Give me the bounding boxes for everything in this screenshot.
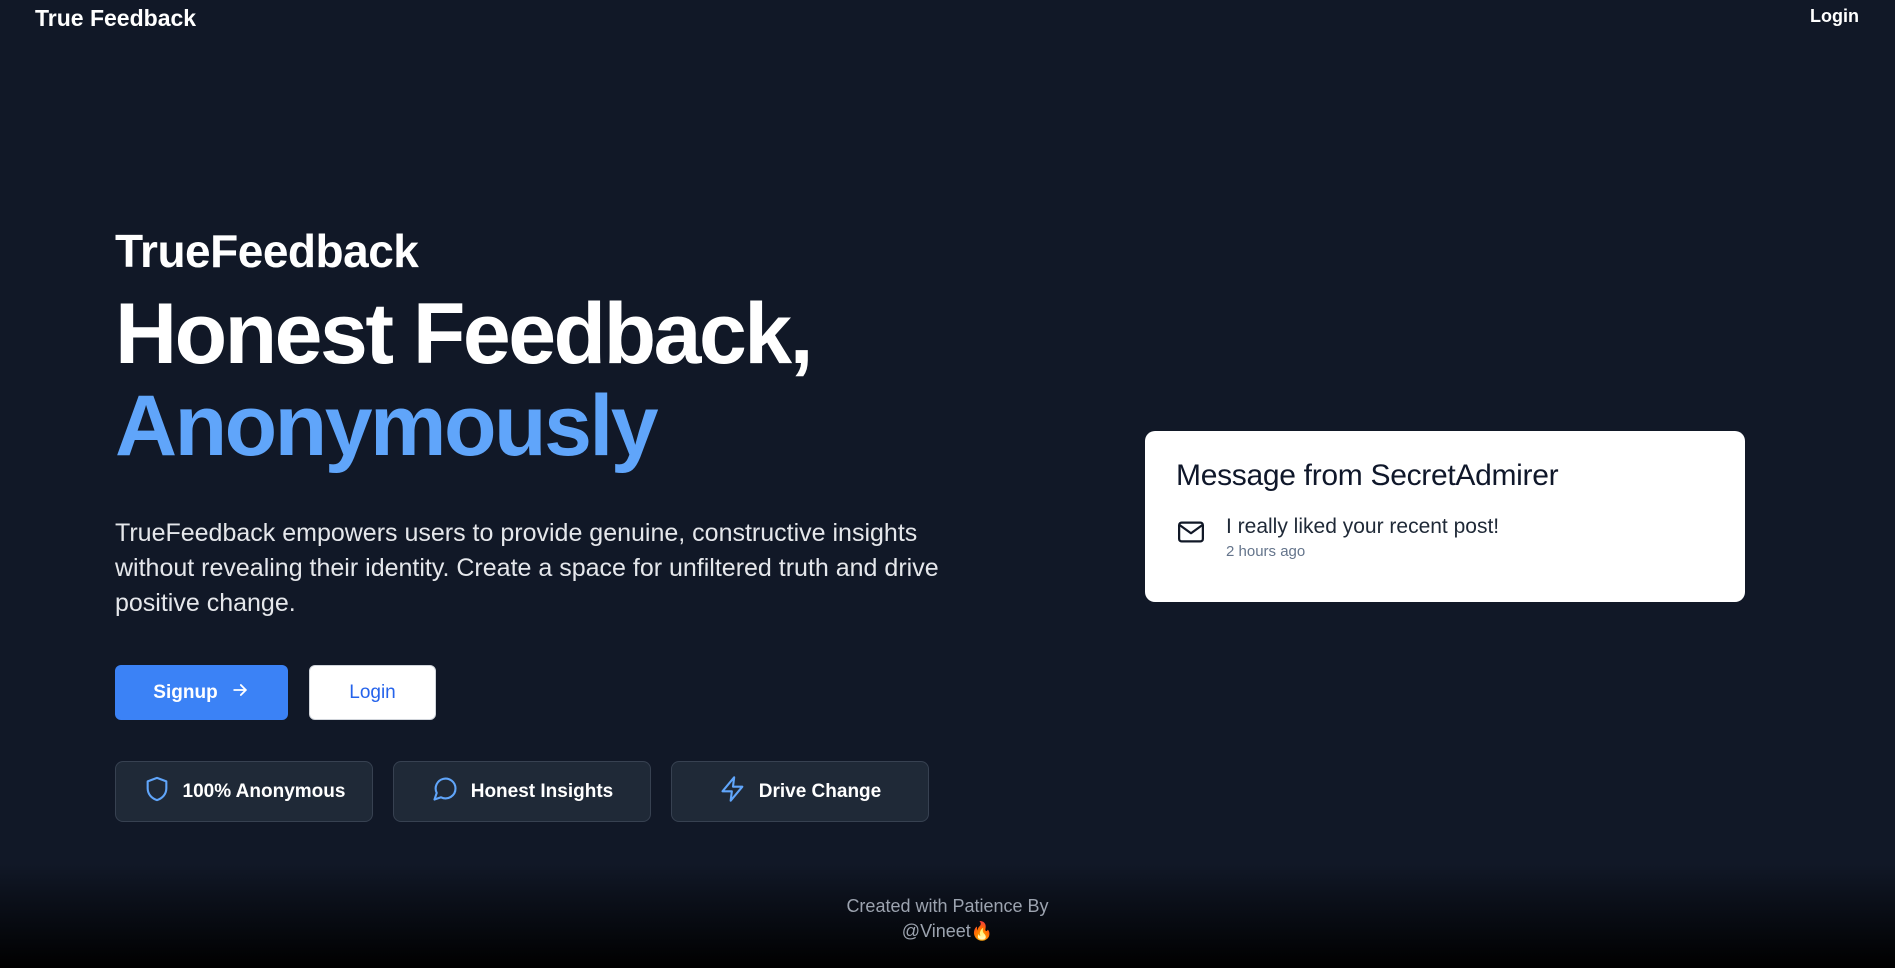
zap-icon [719, 775, 747, 809]
headline-line-1: Honest Feedback, [115, 286, 814, 382]
hero-description: TrueFeedback empowers users to provide g… [115, 519, 939, 617]
hero-section: TrueFeedback Honest Feedback, Anonymousl… [115, 222, 955, 822]
brand-logo[interactable]: True Feedback [35, 5, 196, 32]
hero-eyebrow: TrueFeedback [115, 225, 419, 277]
card-title: Message from SecretAdmirer [1176, 459, 1559, 492]
feature-label: Drive Change [758, 780, 882, 802]
message-circle-icon [431, 775, 459, 809]
message-card: Message from SecretAdmirer I really like… [1145, 431, 1745, 602]
hero-headline: Honest Feedback, Anonymously [115, 288, 955, 472]
footer-line-1: Created with Patience By [846, 896, 1049, 916]
navbar: True Feedback Login [0, 0, 1895, 40]
arrow-right-icon [230, 680, 250, 706]
feature-anonymous: 100% Anonymous [115, 761, 373, 822]
page: True Feedback Login TrueFeedback Honest … [0, 0, 1895, 968]
footer-line-2: @Vineet🔥 [901, 921, 994, 941]
shield-icon [143, 775, 171, 809]
nav-login-link[interactable]: Login [1810, 6, 1859, 27]
message-time: 2 hours ago [1226, 543, 1306, 560]
footer: Created with Patience By @Vineet🔥 [0, 864, 1895, 968]
signup-button[interactable]: Signup [115, 665, 288, 720]
message-content: I really liked your recent post! 2 hours… [1226, 515, 1499, 560]
mail-icon [1176, 515, 1206, 560]
feature-insights: Honest Insights [393, 761, 651, 822]
feature-badges: 100% Anonymous Honest Insights Drive Cha… [115, 761, 955, 822]
feature-label: 100% Anonymous [182, 780, 346, 802]
message-text: I really liked your recent post! [1226, 515, 1500, 538]
signup-label: Signup [153, 681, 218, 703]
message-row: I really liked your recent post! 2 hours… [1176, 515, 1714, 560]
headline-line-2: Anonymously [115, 378, 659, 474]
hero-buttons: Signup Login [115, 665, 955, 720]
feature-label: Honest Insights [470, 780, 614, 802]
login-button[interactable]: Login [309, 665, 436, 720]
feature-change: Drive Change [671, 761, 929, 822]
